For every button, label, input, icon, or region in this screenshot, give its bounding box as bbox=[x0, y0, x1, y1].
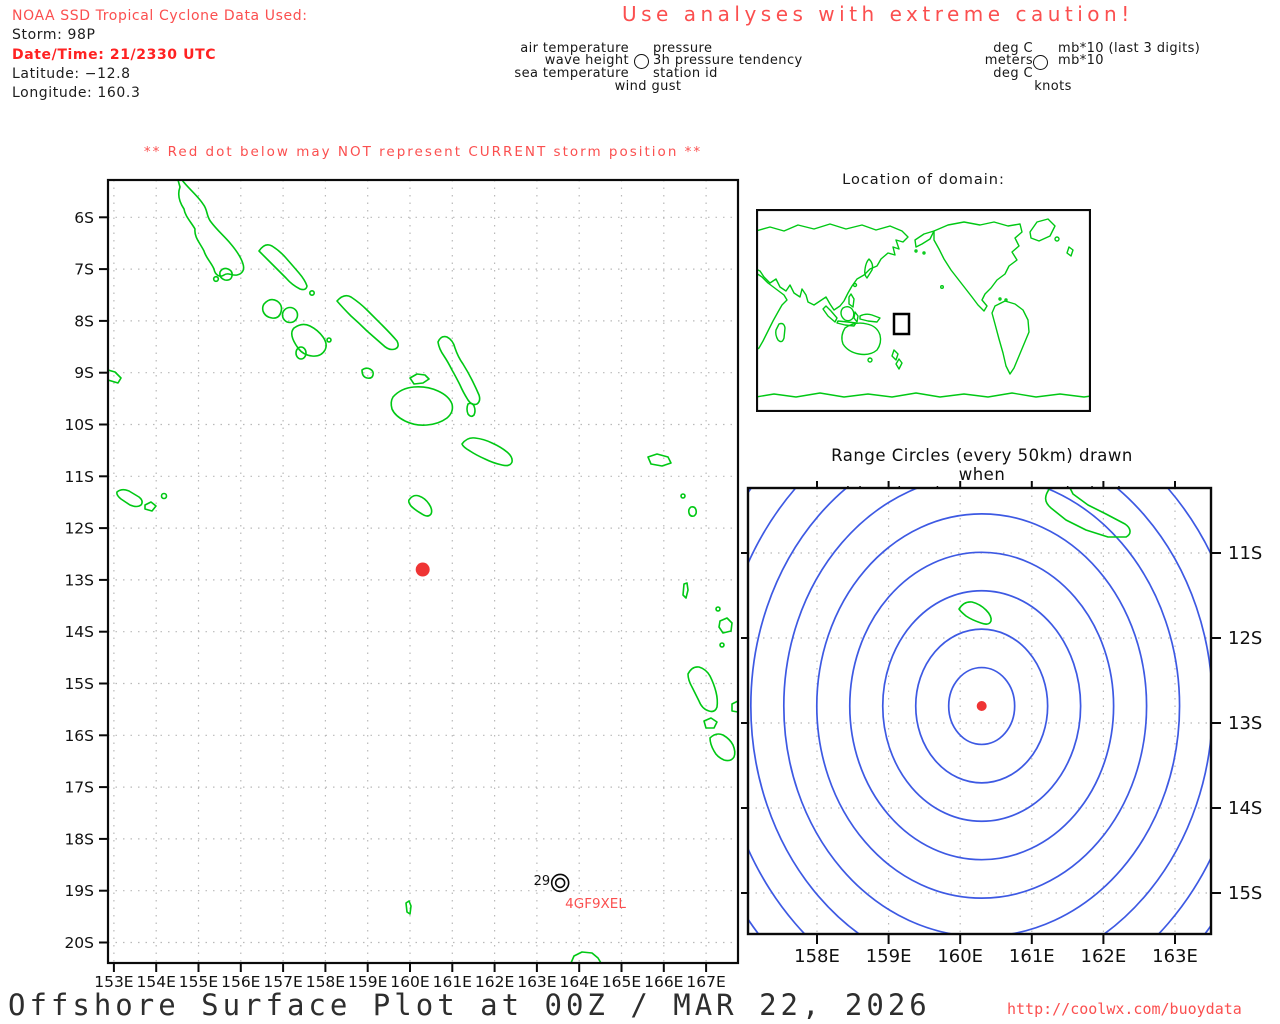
lat-tick-label: 20S bbox=[64, 934, 94, 952]
domain-box-marker bbox=[892, 312, 911, 336]
storm-latitude-line: Latitude: −12.8 bbox=[12, 65, 131, 82]
caution-headline: Use analyses with extreme caution! bbox=[622, 2, 1134, 26]
range-lon-tick-label: 163E bbox=[1152, 946, 1198, 967]
taiwan bbox=[852, 282, 858, 288]
station-pressure-tendency: 29 bbox=[534, 874, 551, 889]
lat-tick-label: 8S bbox=[74, 312, 94, 330]
new-zealand-north bbox=[891, 349, 899, 361]
caribbean bbox=[998, 297, 1002, 301]
aleutians bbox=[914, 249, 918, 253]
station-circle-icon bbox=[1033, 55, 1048, 70]
range-lon-tick-label: 159E bbox=[866, 946, 912, 967]
range-lat-tick-label: 15S bbox=[1228, 883, 1262, 904]
offshore-surface-plot-page: { "header": { "source": "NOAA SSD Tropic… bbox=[0, 0, 1280, 1024]
aleutians bbox=[922, 251, 926, 255]
lat-tick-label: 19S bbox=[64, 882, 94, 900]
range-lon-tick-label: 160E bbox=[937, 946, 983, 967]
greenland bbox=[1029, 218, 1056, 242]
range-lat-tick-label: 12S bbox=[1228, 628, 1262, 649]
new-guinea bbox=[859, 313, 881, 323]
range-lat-tick-label: 14S bbox=[1228, 798, 1262, 819]
philippines bbox=[848, 293, 855, 308]
madagascar bbox=[775, 322, 786, 343]
location-of-domain-map bbox=[756, 209, 1091, 412]
plot-main-title: Offshore Surface Plot at 00Z / MAR 22, 2… bbox=[8, 988, 931, 1022]
lat-tick-label: 9S bbox=[74, 364, 94, 382]
lat-tick-label: 17S bbox=[64, 779, 94, 797]
sumatra bbox=[822, 305, 838, 323]
range-lon-tick-label: 162E bbox=[1081, 946, 1127, 967]
africa-east bbox=[756, 272, 788, 351]
station-circle-icon bbox=[634, 54, 649, 69]
storm-longitude-line: Longitude: 160.3 bbox=[12, 85, 141, 102]
borneo bbox=[840, 306, 855, 322]
main-surface-map: 294GF9XEL 153E 154E 155E 156E 157E 158E 159E 16… bbox=[64, 178, 740, 991]
storm-datetime-line: Date/Time: 21/2330 UTC bbox=[12, 46, 217, 63]
new-zealand-south bbox=[895, 358, 903, 370]
station-id-label: 4GF9XEL bbox=[565, 896, 626, 912]
storm-info-block: NOAA SSD Tropical Cyclone Data Used: Sto… bbox=[12, 7, 308, 103]
legend-unit-knots: knots bbox=[1034, 79, 1072, 94]
source-url[interactable]: http://coolwx.com/buoydata bbox=[1007, 1000, 1242, 1018]
lat-tick-label: 11S bbox=[64, 468, 94, 486]
alaska bbox=[914, 230, 935, 248]
storm-position-warning: ** Red dot below may NOT represent CURRE… bbox=[143, 144, 703, 160]
lat-tick-label: 14S bbox=[64, 623, 94, 641]
legend-wind-gust: wind gust bbox=[614, 79, 682, 94]
range-circles-plot: 158E 159E 160E 161E 162E 163E 11S 12S 13S 14S 15S bbox=[741, 481, 1262, 967]
world-coastlines bbox=[756, 218, 1091, 398]
storm-position-dot bbox=[415, 562, 430, 577]
legend-unit-mb10: mb*10 bbox=[1058, 53, 1104, 68]
north-america bbox=[933, 221, 1023, 312]
lat-tick-label: 13S bbox=[64, 571, 94, 589]
storm-position-dot bbox=[976, 701, 987, 711]
range-lon-tick-label: 158E bbox=[794, 946, 840, 967]
sulawesi bbox=[853, 311, 859, 323]
antarctica bbox=[756, 392, 1091, 398]
range-lon-tick-label: 161E bbox=[1009, 946, 1055, 967]
lat-tick-label: 6S bbox=[74, 209, 94, 227]
australia bbox=[841, 322, 882, 356]
data-source-line: NOAA SSD Tropical Cyclone Data Used: bbox=[12, 8, 308, 24]
lat-tick-label: 15S bbox=[64, 675, 94, 693]
south-america bbox=[991, 300, 1030, 375]
lat-tick-label: 7S bbox=[74, 261, 94, 279]
british-isles bbox=[1066, 246, 1074, 257]
eurasia bbox=[756, 223, 909, 311]
range-storm-marker bbox=[976, 701, 987, 711]
inset-title: Location of domain: bbox=[842, 172, 1005, 188]
range-lat-tick-label: 13S bbox=[1228, 713, 1262, 734]
lat-tick-label: 10S bbox=[64, 416, 94, 434]
range-lat-tick-label: 11S bbox=[1228, 543, 1262, 564]
lat-tick-label: 12S bbox=[64, 520, 94, 538]
storm-id-line: Storm: 98P bbox=[12, 27, 96, 44]
legend-station-id: station id bbox=[653, 66, 718, 81]
iceland bbox=[1054, 236, 1060, 242]
tasmania bbox=[867, 357, 873, 363]
hawaii bbox=[939, 284, 944, 289]
lat-tick-label: 16S bbox=[64, 727, 94, 745]
lat-tick-label: 18S bbox=[64, 830, 94, 848]
